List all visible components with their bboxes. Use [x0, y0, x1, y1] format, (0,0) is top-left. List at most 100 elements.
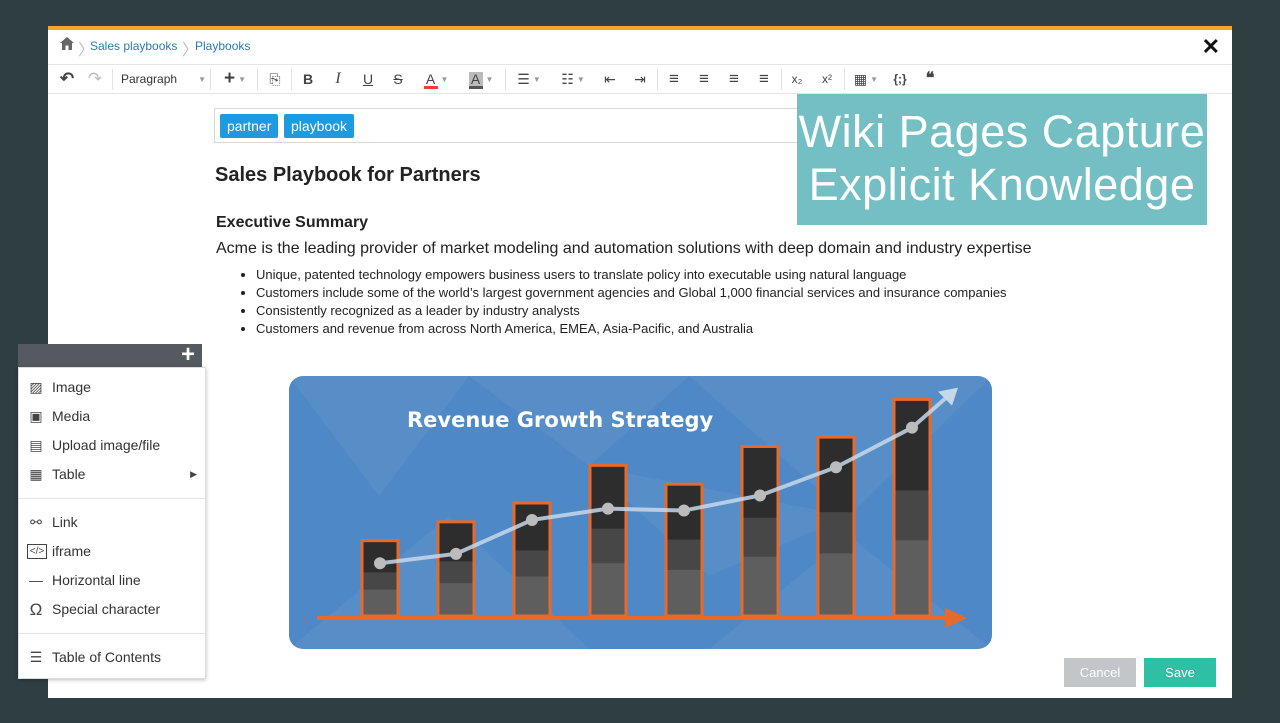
table-icon: ▦	[29, 466, 43, 482]
chart-trend-point	[450, 547, 462, 560]
home-icon[interactable]	[60, 37, 74, 55]
menu-item-media[interactable]: ▣ Media	[19, 402, 205, 431]
document-title[interactable]: Sales Playbook for Partners	[215, 164, 481, 187]
strikethrough-button[interactable]: S	[389, 69, 407, 89]
top-bar: 〉 Sales playbooks 〉 Playbooks ✕	[48, 30, 1232, 64]
align-left-button[interactable]: ≡	[665, 69, 683, 89]
paragraph-style-select[interactable]: Paragraph ▼	[112, 69, 208, 90]
quote-button[interactable]: ❝	[920, 69, 940, 89]
document-heading[interactable]: Executive Summary	[216, 214, 368, 232]
chevron-right-icon: ▶	[190, 469, 197, 479]
menu-item-special-character[interactable]: Ω Special character	[19, 595, 205, 624]
toolbar-divider	[844, 69, 845, 90]
link-icon: ⚯	[30, 514, 42, 530]
cancel-button[interactable]: Cancel	[1064, 658, 1136, 687]
outdent-button[interactable]: ⇤	[601, 69, 619, 89]
menu-divider	[19, 633, 205, 634]
italic-button[interactable]: I	[329, 69, 347, 89]
chart-bar-segment	[515, 576, 549, 615]
menu-item-table[interactable]: ▦ Table ▶	[19, 460, 205, 489]
chart-trend-point	[754, 489, 766, 502]
chevron-down-icon: ▼	[238, 75, 247, 85]
code-button[interactable]: {;}	[888, 69, 912, 89]
indent-button[interactable]: ⇥	[631, 69, 649, 89]
menu-item-table-of-contents[interactable]: ☰ Table of Contents	[19, 643, 205, 672]
subscript-button[interactable]: x₂	[787, 69, 807, 89]
document-bullet-list[interactable]: Unique, patented technology empowers bus…	[236, 266, 1007, 338]
chart-trend-point	[602, 502, 614, 515]
plus-icon[interactable]: +	[181, 341, 195, 369]
menu-item-label: Special character	[52, 601, 161, 617]
bullet-list-button[interactable]: ☰ ▼	[512, 69, 546, 89]
hr-icon: —	[29, 572, 43, 588]
close-icon[interactable]: ✕	[1202, 34, 1220, 60]
chart-bar-segment	[667, 569, 701, 615]
highlight-button[interactable]: A ▼	[463, 69, 499, 89]
chart-title: Revenue Growth Strategy	[407, 408, 714, 432]
list-item: Customers include some of the world’s la…	[256, 284, 1007, 302]
tag-chip[interactable]: partner	[220, 114, 279, 138]
menu-item-label: Table of Contents	[52, 649, 161, 665]
align-right-button[interactable]: ≡	[725, 69, 743, 89]
superscript-button[interactable]: x²	[817, 69, 837, 89]
bold-button[interactable]: B	[299, 69, 317, 89]
chart-trend-point	[830, 461, 842, 474]
editor-toolbar: ↶ ↷ Paragraph ▼ + ▼ ⎘ B I U S A ▼ A ▼ ☰ ▼ ☷ ▼ …	[48, 64, 1232, 94]
slide-caption-overlay: Wiki Pages Capture Explicit Knowledge	[797, 94, 1207, 225]
align-center-button[interactable]: ≡	[695, 69, 713, 89]
table-button[interactable]: ▦ ▼	[850, 69, 882, 89]
chevron-down-icon: ▼	[576, 75, 585, 85]
insert-icon: +	[223, 68, 236, 89]
menu-item-link[interactable]: ⚯ Link	[19, 508, 205, 537]
numbered-list-icon: ☷	[561, 71, 574, 87]
undo-button[interactable]: ↶	[58, 69, 76, 89]
image-icon: ▨	[29, 379, 43, 395]
menu-item-label: Link	[52, 514, 78, 530]
chevron-down-icon: ▼	[870, 75, 879, 85]
toolbar-divider	[781, 69, 782, 90]
chart-bar-segment	[591, 563, 625, 615]
menu-item-label: Upload image/file	[52, 437, 161, 453]
iframe-icon: </>	[27, 544, 47, 559]
insert-button[interactable]: + ▼	[220, 69, 250, 89]
table-icon: ▦	[853, 71, 868, 87]
menu-item-label: Media	[52, 408, 91, 424]
tags-input[interactable]: partner playbook	[214, 108, 814, 143]
revenue-chart-image[interactable]: Revenue Growth Strategy	[289, 376, 992, 649]
document-paragraph[interactable]: Acme is the leading provider of market m…	[216, 240, 1032, 258]
menu-item-label: Image	[52, 379, 91, 395]
toc-icon: ☰	[29, 649, 43, 665]
breadcrumb-item[interactable]: Playbooks	[195, 39, 250, 53]
underline-button[interactable]: U	[359, 69, 377, 89]
chart-bar-segment	[363, 589, 397, 615]
paste-button[interactable]: ⎘	[266, 69, 284, 89]
menu-item-upload[interactable]: ▤ Upload image/file	[19, 431, 205, 460]
font-color-button[interactable]: A ▼	[419, 69, 453, 89]
toolbar-divider	[257, 69, 258, 90]
menu-item-horizontal-line[interactable]: — Horizontal line	[19, 566, 205, 595]
chart-trend-point	[678, 504, 690, 517]
menu-item-image[interactable]: ▨ Image	[19, 373, 205, 402]
caption-line: Explicit Knowledge	[808, 159, 1196, 210]
font-color-icon: A	[423, 72, 438, 89]
justify-button[interactable]: ≡	[755, 69, 773, 89]
chart-bar-segment	[743, 556, 777, 615]
save-button[interactable]: Save	[1144, 658, 1216, 687]
bullet-list-icon: ☰	[517, 71, 530, 87]
breadcrumb-item[interactable]: Sales playbooks	[90, 39, 177, 53]
menu-item-iframe[interactable]: </> iframe	[19, 537, 205, 566]
media-icon: ▣	[29, 408, 43, 424]
list-item: Consistently recognized as a leader by i…	[256, 302, 1007, 320]
toolbar-divider	[291, 69, 292, 90]
chart-trend-point	[526, 513, 538, 526]
tag-chip[interactable]: playbook	[284, 114, 355, 138]
menu-item-label: Table	[52, 466, 86, 482]
paragraph-style-value: Paragraph	[121, 72, 178, 86]
redo-button[interactable]: ↷	[86, 69, 104, 89]
numbered-list-button[interactable]: ☷ ▼	[556, 69, 590, 89]
chevron-down-icon: ▼	[440, 75, 449, 85]
chart-bar-segment	[819, 553, 853, 615]
chart-bar-segment	[895, 540, 929, 615]
toolbar-divider	[210, 69, 211, 90]
insert-menu: ▨ Image ▣ Media ▤ Upload image/file ▦ Table ▶…	[18, 367, 206, 679]
